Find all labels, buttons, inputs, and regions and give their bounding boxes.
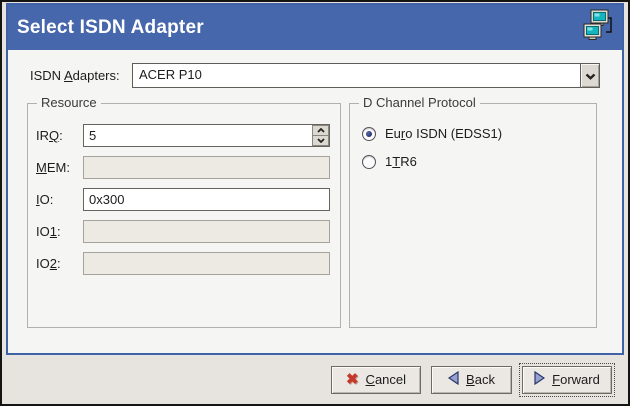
combobox-dropdown-button[interactable] [580,64,599,87]
io1-input [83,220,330,243]
back-button-label: Back [466,372,495,387]
radio-1tr6[interactable]: 1TR6 [362,154,586,169]
radio-1tr6-label: 1TR6 [385,154,417,169]
dialog-frame: Select ISDN Adapter [6,3,624,355]
irq-label: IRQ: [36,128,81,143]
mem-label: MEM: [36,160,81,175]
isdn-adapters-combobox[interactable]: ACER P10 [132,63,600,88]
irq-spinner [312,125,329,146]
spin-down-icon[interactable] [313,135,329,146]
irq-input[interactable] [83,124,330,147]
back-button[interactable]: Back [431,366,512,394]
io2-input [83,252,330,275]
page-title: Select ISDN Adapter [17,17,582,39]
io-label: IO: [36,192,81,207]
forward-button[interactable]: Forward [522,366,612,394]
irq-spinbox [83,124,330,147]
io-input[interactable] [83,188,330,211]
dialog-header: Select ISDN Adapter [8,5,622,50]
adapter-select-row: ISDN Adapters: ACER P10 [30,63,600,88]
radio-unselected-icon [362,155,376,169]
spin-up-icon[interactable] [313,125,329,135]
dialog-button-bar: ✖ Cancel Back Forward [2,355,628,404]
combobox-selected-value: ACER P10 [133,64,580,87]
back-arrow-icon [448,371,459,388]
cancel-button-label: Cancel [366,372,406,387]
dialog-content: ISDN Adapters: ACER P10 Resource IRQ: [8,50,622,353]
adapters-label: ISDN Adapters: [30,68,132,83]
cancel-button[interactable]: ✖ Cancel [331,366,421,394]
io2-label: IO2: [36,256,81,271]
radio-selected-icon [362,127,376,141]
forward-arrow-icon [534,371,545,388]
io1-label: IO1: [36,224,81,239]
radio-euro-isdn-label: Euro ISDN (EDSS1) [385,126,502,141]
chevron-down-icon [585,68,596,83]
protocol-group-title: D Channel Protocol [359,95,480,110]
radio-euro-isdn[interactable]: Euro ISDN (EDSS1) [362,126,586,141]
resource-groupbox: Resource IRQ: MEM: IO: IO1: [27,103,341,328]
cancel-x-icon: ✖ [346,372,359,387]
d-channel-protocol-groupbox: D Channel Protocol Euro ISDN (EDSS1) 1TR… [349,103,597,328]
resource-group-title: Resource [37,95,101,110]
network-computers-icon [582,9,614,46]
isdn-adapter-dialog: Select ISDN Adapter [0,0,630,406]
mem-input [83,156,330,179]
forward-button-label: Forward [552,372,600,387]
